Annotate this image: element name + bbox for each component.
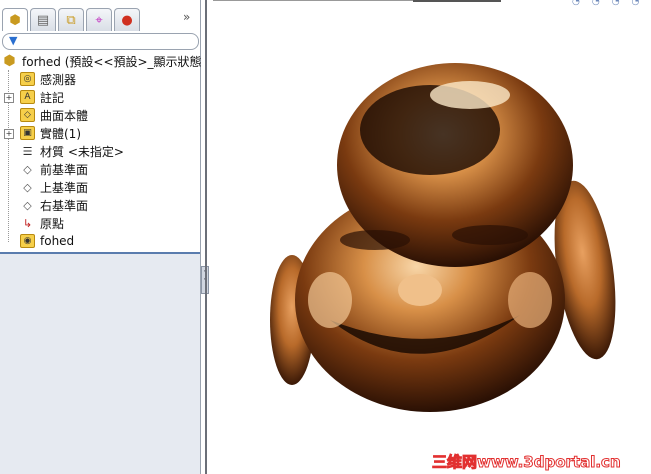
buddha-head-model [270,63,616,412]
watermark: 三维网www.3dportal.cn [432,453,622,472]
